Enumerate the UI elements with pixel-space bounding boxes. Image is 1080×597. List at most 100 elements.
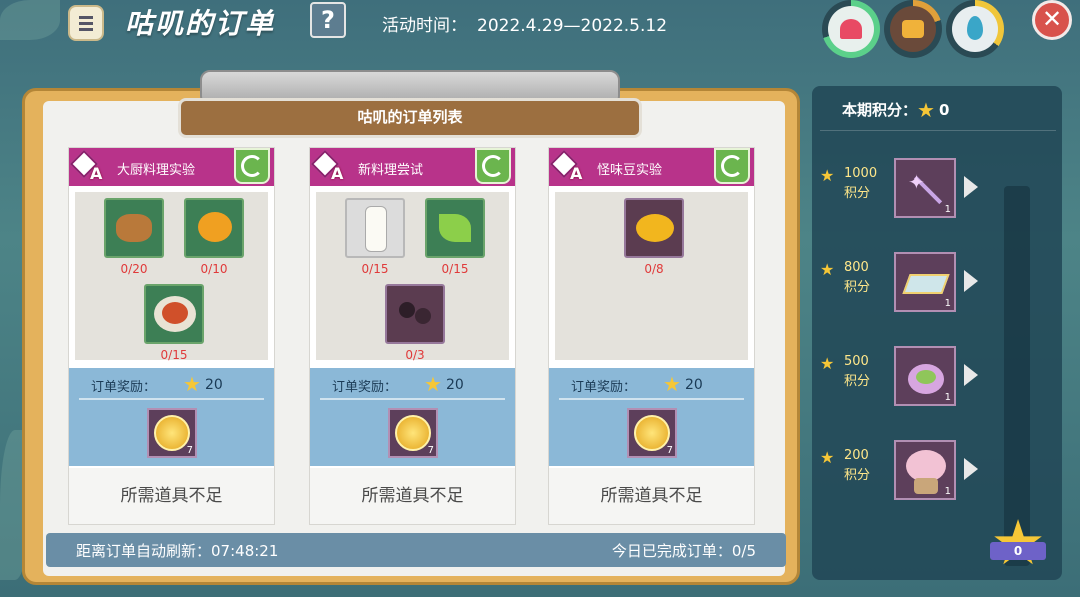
tier-points: 800 积分: [844, 260, 871, 295]
reward-points: ★ 20: [183, 372, 223, 396]
score-star-badge[interactable]: ★ 0: [984, 512, 1052, 580]
reward-points: ★ 20: [424, 372, 464, 396]
submit-order-button[interactable]: 所需道具不足: [310, 468, 515, 524]
completed-orders: 今日已完成订单：0/5: [611, 542, 756, 560]
reward-label: 订单奖励：: [571, 380, 637, 395]
shell-coin-icon: [634, 415, 670, 451]
order-name: 怪味豆实验: [597, 163, 663, 178]
order-card: A 新料理尝试 0/15 0/15 0/3 订单奖励： ★ 20 7 所需道具不足: [309, 147, 516, 525]
star-icon: ★: [183, 372, 201, 396]
mint-leaf-icon: [425, 198, 485, 258]
reward-quantity: 7: [666, 445, 673, 456]
flower-basket-icon[interactable]: 1: [894, 346, 956, 406]
ingredient-list: 0/8: [555, 192, 748, 360]
ingredient-item[interactable]: 0/15: [344, 198, 406, 276]
ingredient-item[interactable]: 0/15: [424, 198, 486, 276]
pasta-icon: [144, 284, 204, 344]
shell-coin-reward[interactable]: 7: [388, 408, 438, 458]
order-card-header: A 新料理尝试: [310, 148, 515, 186]
star-icon: ★: [820, 354, 835, 373]
heart-icon[interactable]: [822, 0, 880, 58]
score-badge-value: 0: [990, 542, 1046, 560]
refresh-countdown: 距离订单自动刷新：07:48:21: [76, 542, 279, 560]
reward-quantity: 7: [427, 445, 434, 456]
tier-points: 1000 积分: [844, 166, 878, 201]
refresh-icon: [482, 155, 504, 177]
ingredient-count: 0/15: [160, 348, 188, 362]
shell-coin-icon: [154, 415, 190, 451]
water-drop-icon[interactable]: [946, 0, 1004, 58]
shell-coin-reward[interactable]: 7: [147, 408, 197, 458]
event-time: 活动时间： 2022.4.29—2022.5.12: [382, 11, 667, 36]
grade-badge: A: [310, 149, 347, 186]
blossom-tree-icon[interactable]: 1: [894, 440, 956, 500]
dark-berries-icon: [385, 284, 445, 344]
ingredient-count: 0/10: [200, 262, 228, 276]
refresh-order-button[interactable]: [714, 148, 750, 184]
event-time-range: 2022.4.29—2022.5.12: [477, 16, 668, 36]
ingredient-count: 0/20: [120, 262, 148, 276]
ingredient-list: 0/20 0/10 0/15: [75, 192, 268, 362]
ingredient-count: 0/3: [405, 348, 425, 362]
star-icon: ★: [424, 372, 442, 396]
crystal-mat-icon[interactable]: 1: [894, 252, 956, 312]
reward-tier: ★ 500 积分 1: [820, 346, 980, 408]
star-icon: ★: [820, 448, 835, 467]
clipboard-clip: 咕叽的订单列表: [178, 62, 642, 138]
order-card: A 怪味豆实验 0/8 订单奖励： ★ 20 7 所需道具不足: [548, 147, 755, 525]
refresh-order-button[interactable]: [475, 148, 511, 184]
reward-section: 订单奖励： ★ 20 7: [310, 368, 515, 466]
status-bar: 距离订单自动刷新：07:48:21 今日已完成订单：0/5: [46, 533, 786, 567]
reward-tier: ★ 800 积分 1: [820, 252, 980, 314]
star-wand-icon[interactable]: ✦ 1: [894, 158, 956, 218]
stamina-icon[interactable]: [884, 0, 942, 58]
chevron-right-icon[interactable]: [964, 176, 978, 198]
shell-coin-reward[interactable]: 7: [627, 408, 677, 458]
star-icon: ★: [820, 166, 835, 185]
board-title: 咕叽的订单列表: [357, 108, 463, 126]
ingredient-item[interactable]: 0/20: [103, 198, 165, 276]
reward-points: ★ 20: [663, 372, 703, 396]
tier-points: 500 积分: [844, 354, 871, 389]
close-button[interactable]: ✕: [1032, 0, 1072, 40]
ingredient-item[interactable]: 0/3: [384, 284, 446, 362]
refresh-order-button[interactable]: [234, 148, 270, 184]
reward-label: 订单奖励：: [332, 380, 398, 395]
ingredient-item[interactable]: 0/10: [183, 198, 245, 276]
order-card: A 大厨料理实验 0/20 0/10 0/15 订单奖励： ★ 20 7 所需道具…: [68, 147, 275, 525]
reward-section: 订单奖励： ★ 20 7: [549, 368, 754, 466]
help-button[interactable]: ?: [310, 2, 346, 38]
order-card-header: A 怪味豆实验: [549, 148, 754, 186]
grade-badge: A: [69, 149, 106, 186]
current-points: 本期积分：★ 0: [842, 98, 950, 122]
order-name: 新料理尝试: [358, 163, 424, 178]
order-name: 大厨料理实验: [117, 163, 196, 178]
refresh-icon: [721, 155, 743, 177]
shell-coin-icon: [395, 415, 431, 451]
pancake-icon: [104, 198, 164, 258]
order-list-icon: [68, 5, 104, 41]
refresh-icon: [241, 155, 263, 177]
reward-label: 订单奖励：: [91, 380, 157, 395]
ingredient-count: 0/15: [441, 262, 469, 276]
submit-order-button[interactable]: 所需道具不足: [549, 468, 754, 524]
grade-badge: A: [549, 149, 586, 186]
star-icon: ★: [917, 98, 935, 122]
ingredient-count: 0/8: [644, 262, 664, 276]
reward-tier: ★ 1000 积分 ✦ 1: [820, 158, 980, 220]
page-title: 咕叽的订单: [125, 7, 276, 40]
milk-bottle-icon: [345, 198, 405, 258]
ingredient-item[interactable]: 0/8: [623, 198, 685, 276]
star-icon: ★: [663, 372, 681, 396]
submit-order-button[interactable]: 所需道具不足: [69, 468, 274, 524]
pumpkin-pudding-icon: [184, 198, 244, 258]
ingredient-item[interactable]: 0/15: [143, 284, 205, 362]
chevron-right-icon[interactable]: [964, 364, 978, 386]
ingredient-count: 0/15: [361, 262, 389, 276]
star-icon: ★: [820, 260, 835, 279]
golden-bean-icon: [624, 198, 684, 258]
order-card-header: A 大厨料理实验: [69, 148, 274, 186]
chevron-right-icon[interactable]: [964, 270, 978, 292]
chevron-right-icon[interactable]: [964, 458, 978, 480]
tier-points: 200 积分: [844, 448, 871, 483]
